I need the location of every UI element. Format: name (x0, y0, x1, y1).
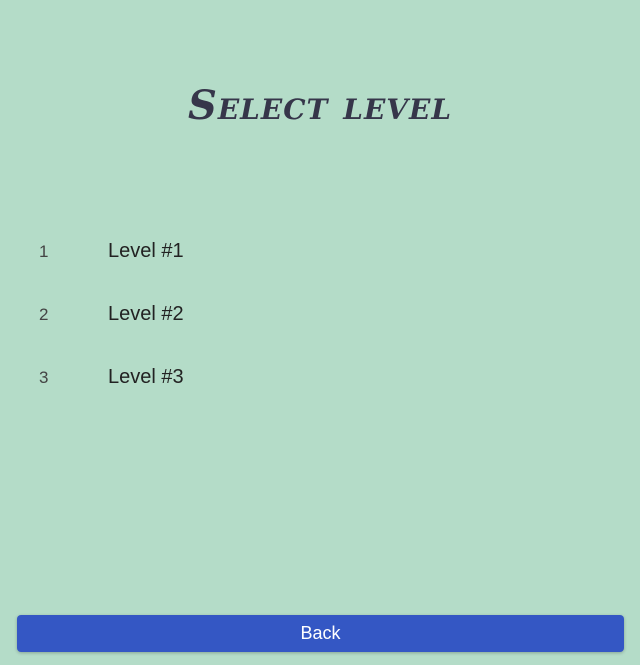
level-label: Level #1 (108, 240, 184, 262)
level-label: Level #2 (108, 303, 184, 325)
page-title: Select level (187, 82, 453, 129)
level-number: 3 (39, 367, 49, 387)
level-item-1[interactable]: 1 Level #1 (0, 220, 640, 283)
back-button[interactable]: Back (17, 615, 624, 652)
level-number: 1 (39, 241, 49, 261)
level-list: 1 Level #1 2 Level #2 3 Level #3 (0, 220, 640, 409)
level-item-3[interactable]: 3 Level #3 (0, 346, 640, 409)
level-label: Level #3 (108, 366, 184, 388)
level-item-2[interactable]: 2 Level #2 (0, 283, 640, 346)
level-number: 2 (39, 304, 49, 324)
